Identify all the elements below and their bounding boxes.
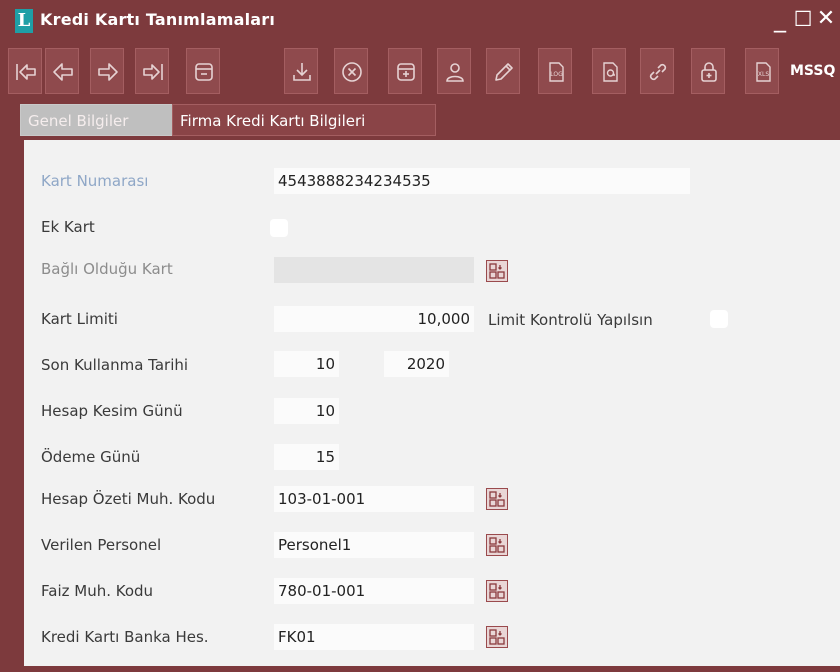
limit-kontrolu-label: Limit Kontrolü Yapılsın bbox=[488, 311, 653, 329]
user-icon bbox=[446, 63, 464, 82]
delete-icon bbox=[342, 62, 362, 82]
kredi-karti-banka-hes-lookup-button[interactable] bbox=[486, 626, 508, 648]
verilen-personel-lookup-button[interactable] bbox=[486, 534, 508, 556]
hesap-ozeti-muh-kodu-label: Hesap Özeti Muh. Kodu bbox=[41, 490, 216, 508]
first-record-icon bbox=[16, 64, 36, 80]
lookup-icon bbox=[489, 491, 505, 507]
form-panel: Kart Numarası 4543888234234535 Ek Kart B… bbox=[24, 140, 840, 666]
kredi-karti-banka-hes-label: Kredi Kartı Banka Hes. bbox=[41, 628, 209, 646]
verilen-personel-input[interactable]: Personel1 bbox=[274, 532, 474, 558]
lookup-icon bbox=[489, 263, 505, 279]
svg-text:XLS: XLS bbox=[758, 71, 769, 78]
faiz-muh-kodu-input[interactable]: 780-01-001 bbox=[274, 578, 474, 604]
faiz-muh-kodu-lookup-button[interactable] bbox=[486, 580, 508, 602]
lock-button[interactable] bbox=[691, 48, 725, 94]
previous-record-button[interactable] bbox=[45, 48, 79, 94]
window: L Kredi Kartı Tanımlamaları _ ☐ ✕ LOG XL… bbox=[0, 0, 840, 672]
close-button[interactable]: ✕ bbox=[814, 4, 838, 34]
pencil-icon bbox=[495, 63, 513, 81]
kart-limiti-label: Kart Limiti bbox=[41, 310, 118, 328]
add-document-button[interactable] bbox=[388, 48, 422, 94]
son-kullanma-tarihi-label: Son Kullanma Tarihi bbox=[41, 356, 189, 374]
previous-record-icon bbox=[53, 63, 73, 81]
faiz-muh-kodu-label: Faiz Muh. Kodu bbox=[41, 582, 154, 600]
svg-text:LOG: LOG bbox=[550, 71, 563, 78]
limit-kontrolu-checkbox[interactable] bbox=[710, 310, 728, 328]
next-record-icon bbox=[98, 63, 118, 81]
son-kullanma-ay-input[interactable]: 10 bbox=[274, 351, 339, 377]
minus-document-icon bbox=[195, 63, 213, 81]
add-document-icon bbox=[397, 63, 415, 81]
lookup-icon bbox=[489, 629, 505, 645]
odeme-gunu-input[interactable]: 15 bbox=[274, 444, 339, 470]
tab-genel-bilgiler[interactable]: Genel Bilgiler bbox=[20, 104, 178, 136]
link-button[interactable] bbox=[640, 48, 674, 94]
lock-icon bbox=[701, 62, 717, 82]
app-logo-icon: L bbox=[15, 9, 33, 33]
kart-numarasi-input[interactable]: 4543888234234535 bbox=[274, 168, 690, 194]
odeme-gunu-label: Ödeme Günü bbox=[41, 448, 141, 466]
remove-document-button[interactable] bbox=[186, 48, 220, 94]
bagli-oldugu-kart-lookup-button[interactable] bbox=[486, 260, 508, 282]
excel-icon: XLS bbox=[756, 62, 771, 82]
verilen-personel-label: Verilen Personel bbox=[41, 536, 162, 554]
kart-limiti-input[interactable]: 10,000 bbox=[274, 306, 474, 332]
first-record-button[interactable] bbox=[8, 48, 42, 94]
delete-button[interactable] bbox=[334, 48, 368, 94]
download-icon bbox=[293, 63, 311, 81]
log-icon: LOG bbox=[549, 62, 564, 82]
toolbar-overflow-text: MSSQ bbox=[790, 63, 836, 79]
minimize-button[interactable]: _ bbox=[768, 4, 792, 34]
lookup-icon bbox=[489, 583, 505, 599]
ek-kart-label: Ek Kart bbox=[41, 218, 95, 236]
hesap-ozeti-muh-kodu-input[interactable]: 103-01-001 bbox=[274, 486, 474, 512]
log-button[interactable]: LOG bbox=[538, 48, 572, 94]
download-button[interactable] bbox=[284, 48, 318, 94]
last-record-icon bbox=[143, 64, 163, 80]
kredi-karti-banka-hes-input[interactable]: FK01 bbox=[274, 624, 474, 650]
toolbar: LOG XLS bbox=[8, 48, 840, 98]
email-document-icon bbox=[603, 62, 618, 82]
ek-kart-checkbox[interactable] bbox=[270, 219, 288, 237]
title-bar[interactable]: L Kredi Kartı Tanımlamaları _ ☐ ✕ bbox=[0, 0, 840, 42]
kart-numarasi-label: Kart Numarası bbox=[41, 172, 149, 190]
bagli-oldugu-kart-input bbox=[274, 257, 474, 283]
email-document-button[interactable] bbox=[592, 48, 626, 94]
excel-export-button[interactable]: XLS bbox=[745, 48, 779, 94]
bagli-oldugu-kart-label: Bağlı Olduğu Kart bbox=[41, 260, 173, 278]
window-title: Kredi Kartı Tanımlamaları bbox=[40, 10, 276, 29]
last-record-button[interactable] bbox=[135, 48, 169, 94]
tab-firma-kredi-karti-bilgileri[interactable]: Firma Kredi Kartı Bilgileri bbox=[172, 104, 436, 136]
maximize-button[interactable]: ☐ bbox=[791, 4, 815, 34]
next-record-button[interactable] bbox=[90, 48, 124, 94]
lookup-icon bbox=[489, 537, 505, 553]
hesap-ozeti-lookup-button[interactable] bbox=[486, 488, 508, 510]
edit-button[interactable] bbox=[486, 48, 520, 94]
hesap-kesim-gunu-label: Hesap Kesim Günü bbox=[41, 402, 183, 420]
son-kullanma-yil-input[interactable]: 2020 bbox=[384, 351, 449, 377]
link-icon bbox=[649, 63, 667, 81]
user-button[interactable] bbox=[437, 48, 471, 94]
hesap-kesim-gunu-input[interactable]: 10 bbox=[274, 398, 339, 424]
